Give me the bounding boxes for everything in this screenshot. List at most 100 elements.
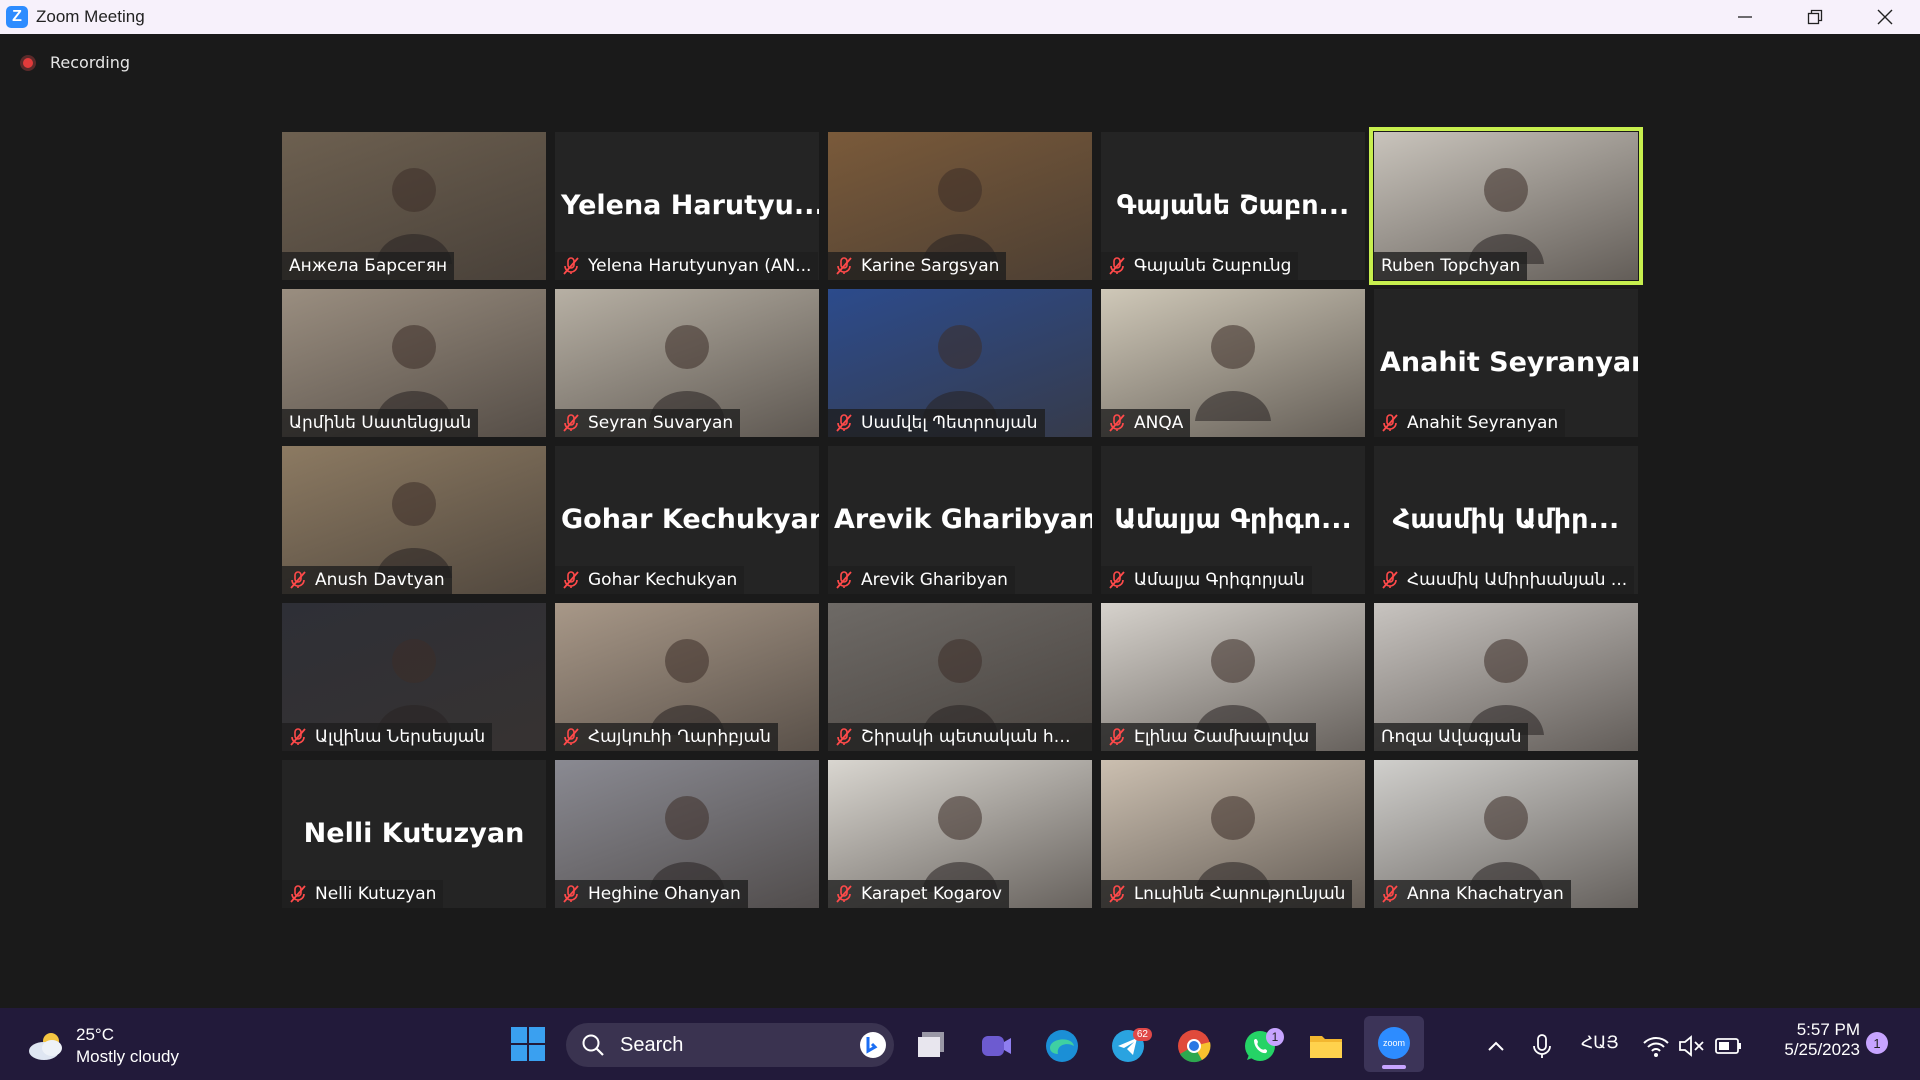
participant-name-large: Arevik Gharibyan	[834, 504, 1092, 535]
participant-name: Karapet Kogarov	[861, 884, 1002, 904]
folder-icon	[1310, 1036, 1342, 1058]
battery-button[interactable]	[1710, 1028, 1746, 1064]
participant-name-bar: Արմինե Սատենցյան	[282, 409, 479, 437]
file-explorer-button[interactable]	[1308, 1028, 1344, 1064]
participant-name: Heghine Ohanyan	[588, 884, 741, 904]
participant-tile[interactable]: Շիրակի պետական հա...	[828, 603, 1092, 751]
participant-tile[interactable]: Հայկուհի Ղարիբյան	[555, 603, 819, 751]
participant-tile[interactable]: Հասմիկ Ամիր... Հասմիկ Ամիրխանյան ...	[1374, 446, 1638, 594]
participant-name-bar: Анжела Барсегян	[282, 252, 455, 280]
muted-mic-icon	[836, 728, 852, 746]
task-view-button[interactable]	[914, 1028, 950, 1064]
start-button[interactable]	[510, 1026, 546, 1062]
muted-mic-icon	[1109, 728, 1125, 746]
close-button[interactable]	[1850, 0, 1920, 34]
telegram-button[interactable]: 62	[1110, 1028, 1152, 1064]
participant-name: Ruben Topchyan	[1381, 256, 1521, 276]
window-controls	[1710, 0, 1920, 34]
participant-name-bar: Ռոզա Ավագյան	[1374, 723, 1529, 751]
active-app-indicator	[1382, 1065, 1406, 1069]
participant-name-bar: Ամալյա Գրիգորյան	[1101, 566, 1312, 594]
person-silhouette-icon	[1195, 325, 1271, 421]
edge-browser-button[interactable]	[1044, 1028, 1080, 1064]
participant-tile[interactable]: Ռոզա Ավագյան	[1374, 603, 1638, 751]
participant-tile[interactable]: Gohar Kechukyan Gohar Kechukyan	[555, 446, 819, 594]
participant-name-bar: Anahit Seyranyan	[1374, 409, 1566, 437]
person-silhouette-icon	[922, 796, 998, 892]
participant-name-bar: Karapet Kogarov	[828, 880, 1009, 908]
muted-mic-icon	[1109, 414, 1125, 432]
participant-name: Ամալյա Գրիգորյան	[1134, 570, 1305, 590]
person-silhouette-icon	[376, 639, 452, 735]
muted-mic-icon	[290, 571, 306, 589]
participant-tile[interactable]: Heghine Ohanyan	[555, 760, 819, 908]
participant-tile[interactable]: Anahit Seyranyan Anahit Seyranyan	[1374, 289, 1638, 437]
weather-temp: 25°C	[76, 1025, 114, 1044]
participant-name-large: Gohar Kechukyan	[561, 504, 819, 535]
minimize-button[interactable]	[1710, 0, 1780, 34]
microphone-button[interactable]	[1524, 1028, 1560, 1064]
person-silhouette-icon	[1468, 168, 1544, 264]
participant-tile[interactable]: Anush Davtyan	[282, 446, 546, 594]
participant-tile[interactable]: Анжела Барсегян	[282, 132, 546, 280]
weather-widget[interactable]: 25°C Mostly cloudy	[26, 1024, 179, 1068]
participant-name: Ալվինա Ներսեսյան	[315, 727, 486, 747]
person-silhouette-icon	[922, 639, 998, 735]
teams-chat-button[interactable]	[978, 1028, 1014, 1064]
participant-tile[interactable]: Արմինե Սատենցյան	[282, 289, 546, 437]
taskbar: 25°C Mostly cloudy Search 62 1 zoom ՀԱՅ …	[0, 1008, 1920, 1080]
battery-icon	[1715, 1038, 1741, 1054]
participant-name-bar: ANQA	[1101, 409, 1191, 437]
participant-tile[interactable]: Anna Khachatryan	[1374, 760, 1638, 908]
telegram-badge: 62	[1132, 1028, 1152, 1041]
clock[interactable]: 5:57 PM 5/25/2023	[1784, 1020, 1860, 1060]
search-label: Search	[620, 1033, 684, 1056]
participant-tile[interactable]: Ալվինա Ներսեսյան	[282, 603, 546, 751]
participant-tile[interactable]: Գայանե Շաբո... Գայանե Շաբունց	[1101, 132, 1365, 280]
participant-name-bar: Գայանե Շաբունց	[1101, 252, 1299, 280]
participant-tile[interactable]: Սամվել Պետրոսյան	[828, 289, 1092, 437]
person-silhouette-icon	[1468, 796, 1544, 892]
notification-count[interactable]: 1	[1866, 1032, 1888, 1054]
participant-name: Սամվել Պետրոսյան	[861, 413, 1038, 433]
chrome-button[interactable]	[1176, 1028, 1212, 1064]
wifi-icon	[1643, 1037, 1669, 1057]
bing-icon	[860, 1032, 886, 1058]
participant-tile[interactable]: Seyran Suvaryan	[555, 289, 819, 437]
recording-indicator[interactable]: Recording	[20, 53, 130, 72]
wifi-button[interactable]	[1638, 1028, 1674, 1064]
participant-name-bar: Շիրակի պետական հա...	[828, 723, 1092, 751]
participant-tile[interactable]: Yelena Harutyu... Yelena Harutyunyan (AN.…	[555, 132, 819, 280]
show-hidden-icons-button[interactable]	[1478, 1028, 1514, 1064]
volume-button[interactable]	[1674, 1028, 1710, 1064]
participant-name: Հայկուհի Ղարիբյան	[588, 727, 771, 747]
participant-tile[interactable]: Ամալյա Գրիգո... Ամալյա Գրիգորյան	[1101, 446, 1365, 594]
participant-tile[interactable]: Karine Sargsyan	[828, 132, 1092, 280]
participant-tile[interactable]: ANQA	[1101, 289, 1365, 437]
participant-tile[interactable]: Էլինա Շամխալովա	[1101, 603, 1365, 751]
participant-name-bar: Seyran Suvaryan	[555, 409, 741, 437]
person-silhouette-icon	[649, 325, 725, 421]
participant-tile[interactable]: Karapet Kogarov	[828, 760, 1092, 908]
clock-date: 5/25/2023	[1784, 1040, 1860, 1059]
input-language[interactable]: ՀԱՅ	[1581, 1033, 1619, 1053]
zoom-taskbar-button[interactable]: zoom	[1364, 1016, 1424, 1072]
weather-desc: Mostly cloudy	[76, 1047, 179, 1066]
participant-name: Anush Davtyan	[315, 570, 445, 590]
participant-name: Anahit Seyranyan	[1407, 413, 1559, 433]
participant-name: Արմինե Սատենցյան	[289, 413, 472, 433]
participant-tile[interactable]: Ruben Topchyan	[1369, 127, 1643, 285]
participant-tile[interactable]: Nelli Kutuzyan Nelli Kutuzyan	[282, 760, 546, 908]
person-silhouette-icon	[376, 482, 452, 578]
microphone-icon	[1533, 1034, 1551, 1058]
restore-button[interactable]	[1780, 0, 1850, 34]
whatsapp-button[interactable]: 1	[1242, 1028, 1284, 1064]
participant-tile[interactable]: Լուսինե Հարությունյան	[1101, 760, 1365, 908]
recording-dot-icon	[20, 54, 36, 71]
muted-mic-icon	[1109, 257, 1125, 275]
participant-name-bar: Karine Sargsyan	[828, 252, 1007, 280]
muted-mic-icon	[290, 728, 306, 746]
taskbar-search[interactable]: Search	[566, 1023, 894, 1067]
muted-mic-icon	[1382, 414, 1398, 432]
participant-tile[interactable]: Arevik Gharibyan Arevik Gharibyan	[828, 446, 1092, 594]
